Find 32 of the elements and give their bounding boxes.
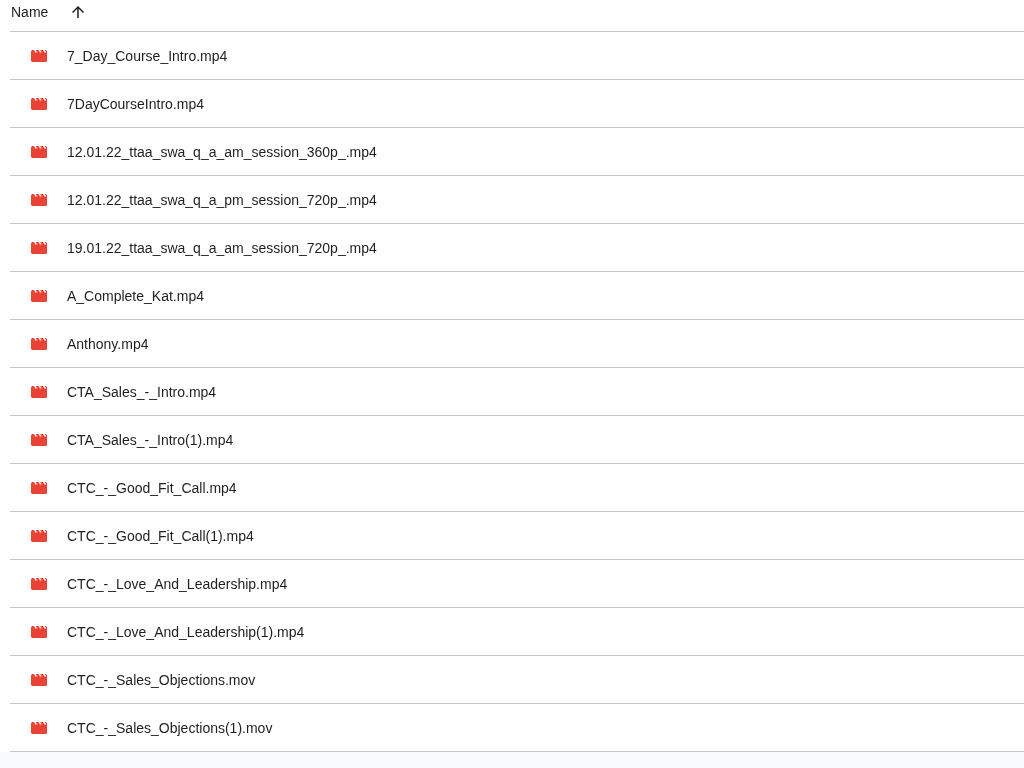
file-name: Anthony.mp4 — [67, 334, 149, 354]
file-name: CTC_-_Good_Fit_Call.mp4 — [67, 478, 237, 498]
file-name: 19.01.22_ttaa_swa_q_a_am_session_720p_.mp4 — [67, 238, 377, 258]
file-name: CTA_Sales_-_Intro(1).mp4 — [67, 430, 234, 450]
video-file-icon — [31, 578, 47, 590]
video-file-icon — [31, 482, 47, 494]
video-file-icon — [31, 722, 47, 734]
video-file-icon — [31, 626, 47, 638]
file-name: A_Complete_Kat.mp4 — [67, 286, 204, 306]
file-name: CTA_Sales_-_Intro.mp4 — [67, 382, 217, 402]
video-file-icon — [31, 338, 47, 350]
video-file-icon — [31, 290, 47, 302]
file-name: 12.01.22_ttaa_swa_q_a_am_session_360p_.mp4 — [67, 142, 377, 162]
file-name: CTC_-_Good_Fit_Call(1).mp4 — [67, 526, 254, 546]
video-file-icon — [31, 242, 47, 254]
file-name: CTC_-_Sales_Objections.mov — [67, 670, 256, 690]
video-file-icon — [31, 530, 47, 542]
video-file-icon — [31, 194, 47, 206]
video-file-icon — [31, 146, 47, 158]
file-name: 7_Day_Course_Intro.mp4 — [67, 46, 228, 66]
video-file-icon — [31, 386, 47, 398]
video-file-icon — [31, 98, 47, 110]
name-column-header[interactable]: Name — [11, 1, 49, 22]
video-file-icon — [31, 674, 47, 686]
file-name: 7DayCourseIntro.mp4 — [67, 94, 204, 114]
file-name: CTC_-_Love_And_Leadership(1).mp4 — [67, 622, 305, 642]
video-file-icon — [31, 434, 47, 446]
arrow-up-icon[interactable] — [72, 5, 85, 18]
file-name: 12.01.22_ttaa_swa_q_a_pm_session_720p_.mp4 — [67, 190, 377, 210]
video-file-icon — [31, 50, 47, 62]
file-name: CTC_-_Sales_Objections(1).mov — [67, 718, 273, 738]
file-name: CTC_-_Love_And_Leadership.mp4 — [67, 574, 288, 594]
